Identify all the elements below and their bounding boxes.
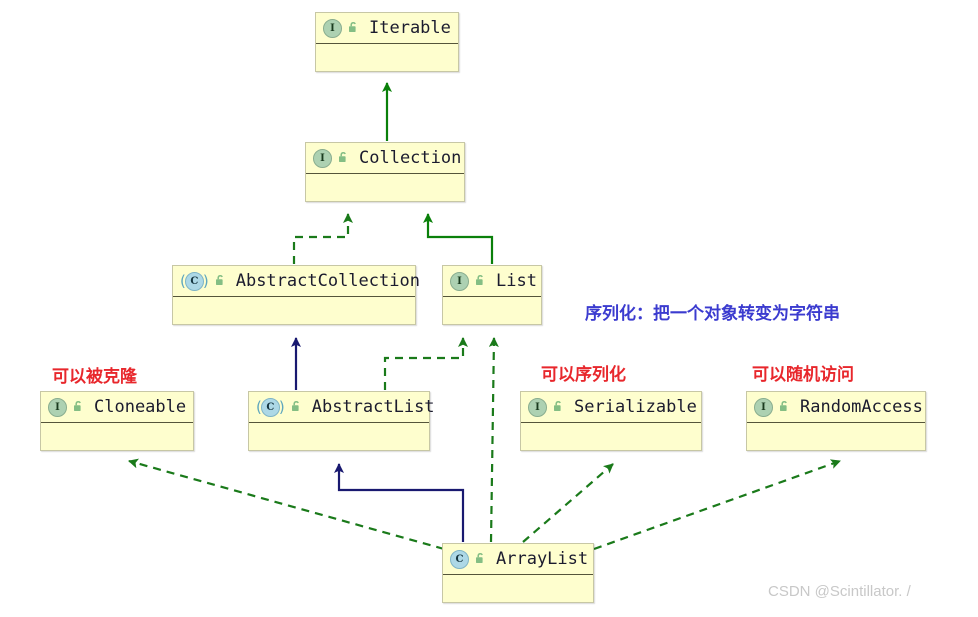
unlocked-lock-icon: [474, 550, 487, 569]
interface-icon: I: [323, 18, 342, 38]
watermark: CSDN @Scintillator. /: [768, 583, 911, 600]
edge-abstractcollection-to-collection: [292, 213, 353, 264]
uml-class-name: List: [496, 271, 537, 291]
uml-class-abstractcollection[interactable]: C AbstractCollection: [172, 265, 420, 326]
uml-class-header: I Collection: [306, 143, 464, 174]
uml-class-name: ArrayList: [496, 549, 589, 569]
uml-class-header: I Cloneable: [41, 392, 193, 423]
uml-class-collection[interactable]: I Collection: [305, 142, 465, 202]
uml-class-iterable[interactable]: I Iterable: [315, 12, 459, 72]
uml-class-members: [173, 297, 415, 326]
interface-icon: I: [754, 397, 773, 417]
edge-list-to-collection: [423, 213, 494, 264]
uml-class-name: AbstractCollection: [235, 271, 420, 291]
uml-class-members: [316, 44, 458, 73]
unlocked-lock-icon: [474, 272, 487, 291]
uml-class-members: [747, 423, 925, 452]
annotation-randomaccess: 可以随机访问: [752, 365, 854, 385]
uml-class-serializable[interactable]: I Serializable: [520, 391, 702, 451]
uml-class-members: [41, 423, 193, 452]
uml-class-header: I List: [443, 266, 541, 297]
uml-class-members: [443, 575, 593, 604]
uml-class-name: RandomAccess: [800, 397, 923, 417]
edge-abstractlist-to-list: [383, 337, 468, 390]
interface-icon: I: [313, 148, 332, 168]
uml-class-header: C ArrayList: [443, 544, 593, 575]
uml-class-name: Cloneable: [94, 397, 187, 417]
unlocked-lock-icon: [778, 398, 791, 417]
uml-class-header: C AbstractCollection: [173, 266, 420, 297]
unlocked-lock-icon: [552, 398, 565, 417]
uml-class-abstractlist[interactable]: C AbstractList: [248, 391, 435, 452]
interface-icon: I: [528, 397, 547, 417]
uml-class-header: I RandomAccess: [747, 392, 925, 423]
uml-class-members: [521, 423, 701, 452]
uml-class-header: I Serializable: [521, 392, 701, 423]
uml-class-name: Serializable: [574, 397, 697, 417]
annotation-serialization-definition: 序列化：把一个对象转变为字符串: [585, 304, 840, 324]
unlocked-lock-icon: [290, 398, 303, 417]
uml-class-members: [306, 174, 464, 203]
uml-class-header: C AbstractList: [249, 392, 435, 423]
class-icon: C: [450, 549, 469, 569]
unlocked-lock-icon: [337, 149, 350, 168]
unlocked-lock-icon: [214, 272, 227, 291]
abstract-class-icon: C: [256, 397, 285, 417]
unlocked-lock-icon: [347, 19, 360, 38]
annotation-serializable: 可以序列化: [541, 365, 626, 385]
uml-class-name: AbstractList: [311, 397, 435, 417]
uml-class-list[interactable]: I List: [442, 265, 542, 325]
abstract-class-icon: C: [180, 271, 209, 291]
annotation-cloneable: 可以被克隆: [52, 367, 137, 387]
uml-class-randomaccess[interactable]: I RandomAccess: [746, 391, 926, 451]
uml-class-name: Collection: [359, 148, 462, 168]
uml-diagram-canvas: I Iterable I Collection (C) AbstractCo…: [0, 0, 978, 617]
uml-class-cloneable[interactable]: I Cloneable: [40, 391, 194, 451]
uml-class-name: Iterable: [369, 18, 451, 38]
edge-arraylist-to-serializable: [522, 463, 614, 543]
unlocked-lock-icon: [72, 398, 85, 417]
edge-arraylist-to-cloneable: [128, 458, 445, 551]
edge-arraylist-to-list: [488, 337, 499, 543]
uml-class-members: [443, 297, 541, 326]
edge-arraylist-to-abstractlist: [334, 463, 465, 542]
interface-icon: I: [48, 397, 67, 417]
uml-class-members: [249, 423, 429, 452]
edge-arraylist-to-randomaccess: [593, 459, 841, 551]
interface-icon: I: [450, 271, 469, 291]
uml-class-header: I Iterable: [316, 13, 458, 44]
uml-class-arraylist[interactable]: C ArrayList: [442, 543, 594, 603]
